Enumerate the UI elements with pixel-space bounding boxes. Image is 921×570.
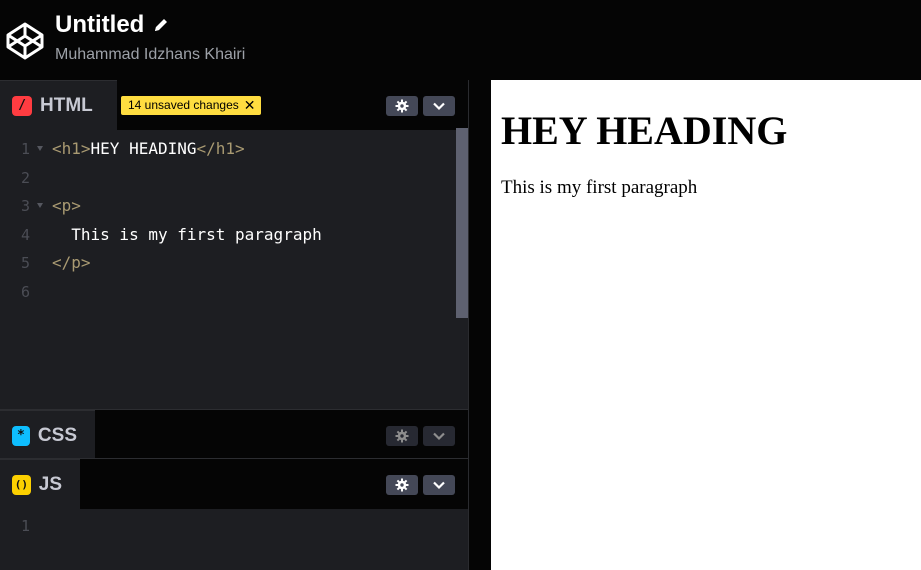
chevron-down-icon: [433, 102, 445, 111]
js-parens-icon: (): [12, 474, 31, 495]
line-number: 6: [20, 282, 30, 301]
code-tag: </p>: [52, 253, 91, 272]
js-pane-header: () JS: [0, 459, 468, 509]
line-number: 1: [20, 140, 30, 158]
app-header: Untitled Muhammad Idzhans Khairi: [0, 0, 921, 80]
code-line: 3 <p>: [0, 192, 468, 221]
html-editor-scrollbar[interactable]: [456, 128, 468, 318]
code-line: 1 <h1>HEY HEADING</h1>: [0, 135, 468, 164]
html-slash-icon: /: [12, 95, 32, 116]
chevron-down-icon: [433, 432, 445, 441]
fold-arrow-icon[interactable]: [37, 146, 43, 151]
code-line: 5 </p>: [0, 249, 468, 278]
gear-icon: [395, 478, 409, 492]
code-line: 6: [0, 278, 468, 307]
fold-arrow-icon[interactable]: [37, 203, 43, 208]
js-code-editor[interactable]: 1: [0, 512, 468, 541]
unsaved-changes-badge[interactable]: 14 unsaved changes ✕: [121, 96, 261, 115]
tab-css-label: CSS: [37, 424, 77, 446]
line-number: 4: [20, 225, 30, 244]
gear-icon: [395, 429, 409, 443]
codepen-logo-icon[interactable]: [5, 21, 45, 61]
html-collapse-button[interactable]: [423, 96, 455, 116]
chevron-down-icon: [433, 481, 445, 490]
code-tag: <p>: [52, 196, 81, 215]
css-asterisk-icon: *: [12, 425, 30, 446]
tab-js-label: JS: [38, 473, 62, 495]
code-text: <p>: [52, 192, 81, 221]
editor-preview-resizer[interactable]: [468, 80, 491, 570]
unsaved-changes-text: 14 unsaved changes: [128, 98, 239, 112]
pencil-icon[interactable]: [152, 16, 170, 34]
css-pane-header: * CSS: [0, 410, 468, 460]
js-settings-button[interactable]: [386, 475, 418, 495]
preview-heading: HEY HEADING: [501, 108, 788, 153]
js-collapse-button[interactable]: [423, 475, 455, 495]
tab-css[interactable]: * CSS: [0, 410, 95, 460]
tab-html-label: HTML: [40, 94, 93, 116]
line-number: 2: [20, 168, 30, 187]
line-number: 1: [20, 517, 30, 535]
html-settings-button[interactable]: [386, 96, 418, 116]
tab-html[interactable]: / HTML: [0, 80, 117, 130]
author-name[interactable]: Muhammad Idzhans Khairi: [55, 45, 245, 65]
code-content: HEY HEADING: [90, 139, 197, 158]
editor-column: / HTML 14 unsaved changes ✕ 1 <h1>HEY HE…: [0, 80, 468, 570]
code-line: 4 This is my first paragraph: [0, 221, 468, 250]
html-pane-header: / HTML 14 unsaved changes ✕: [0, 80, 468, 130]
code-line: 1: [0, 512, 468, 541]
css-collapse-button[interactable]: [423, 426, 455, 446]
pen-title[interactable]: Untitled: [55, 10, 170, 40]
css-settings-button[interactable]: [386, 426, 418, 446]
result-preview: HEY HEADING This is my first paragraph: [491, 80, 921, 570]
code-text: </p>: [52, 249, 91, 278]
line-number: 3: [20, 197, 30, 215]
tab-js[interactable]: () JS: [0, 459, 80, 509]
code-text: <h1>HEY HEADING</h1>: [52, 135, 245, 164]
preview-paragraph: This is my first paragraph: [501, 177, 698, 198]
code-line: 2: [0, 164, 468, 193]
html-code-editor[interactable]: 1 <h1>HEY HEADING</h1> 2 3 <p> 4 This is…: [0, 135, 468, 306]
code-tag: </h1>: [196, 139, 245, 158]
code-tag: <h1>: [52, 139, 91, 158]
close-icon[interactable]: ✕: [244, 96, 256, 115]
line-number: 5: [20, 254, 30, 272]
gear-icon: [395, 99, 409, 113]
code-content: This is my first paragraph: [52, 224, 322, 244]
pen-title-text: Untitled: [55, 11, 145, 38]
